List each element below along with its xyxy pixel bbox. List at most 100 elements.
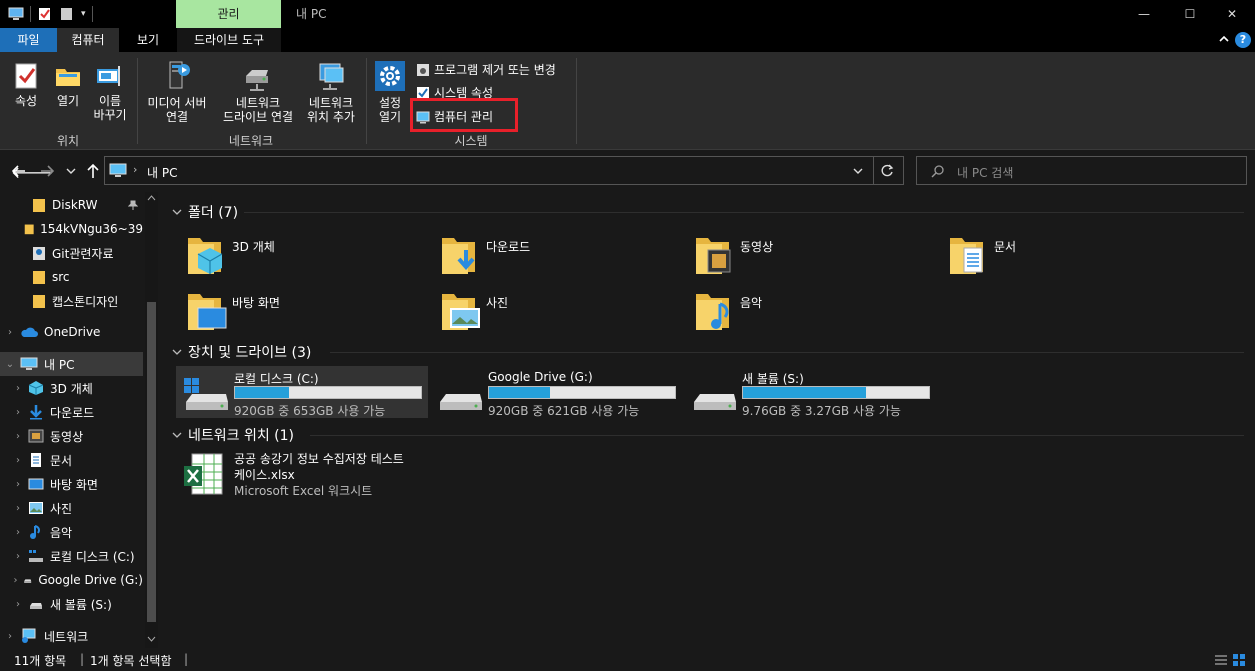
open-button[interactable]: 열기 — [50, 62, 86, 108]
drives-section-header[interactable]: 장치 및 드라이브 (3) — [172, 342, 311, 362]
sidebar-item-documents[interactable]: › 문서 — [0, 448, 143, 472]
chevron-right-icon[interactable]: › — [4, 327, 16, 338]
chevron-down-icon — [172, 349, 182, 355]
folder-item-documents[interactable]: 문서 — [948, 232, 1188, 282]
details-view-icon[interactable] — [1214, 654, 1228, 666]
folder-item-desktop[interactable]: 바탕 화면 — [186, 288, 426, 338]
tab-file[interactable]: 파일 — [0, 28, 57, 52]
sidebar-item-music[interactable]: › 음악 — [0, 520, 143, 544]
pin-icon[interactable] — [128, 200, 138, 210]
scroll-down-icon[interactable] — [147, 636, 156, 643]
media-server-button[interactable]: 미디어 서버 연결 — [142, 60, 212, 124]
add-network-location-button[interactable]: 네트워크 위치 추가 — [303, 60, 359, 124]
folders-section-header[interactable]: 폴더 (7) — [172, 202, 238, 222]
drive-capacity: 9.76GB 중 3.27GB 사용 가능 — [742, 404, 901, 418]
sidebar-item-local-disk[interactable]: › 로컬 디스크 (C:) — [0, 544, 143, 568]
chevron-right-icon[interactable]: › — [12, 407, 24, 418]
open-settings-button[interactable]: 설정 열기 — [371, 60, 409, 124]
folder-item-3d-objects[interactable]: 3D 개체 — [186, 232, 426, 282]
divider — [244, 212, 1244, 213]
sidebar-item-154kv[interactable]: 154kVNgu36~39 — [0, 217, 143, 241]
drive-item-local-disk[interactable]: 로컬 디스크 (C:) 920GB 중 653GB 사용 가능 — [176, 366, 428, 418]
section-title: 장치 및 드라이브 (3) — [188, 345, 312, 361]
chevron-right-icon[interactable]: › — [12, 503, 24, 514]
map-network-drive-button[interactable]: 네트워크 드라이브 연결 — [212, 60, 304, 124]
chevron-right-icon[interactable]: › — [12, 527, 24, 538]
close-button[interactable]: ✕ — [1209, 0, 1255, 28]
network-file-item[interactable]: 공공 송강기 정보 수집저장 테스트 케이스.xlsx Microsoft Ex… — [182, 450, 442, 500]
picture-icon — [29, 502, 43, 514]
drive-capacity: 920GB 중 621GB 사용 가능 — [488, 404, 640, 418]
help-icon[interactable]: ? — [1235, 32, 1251, 48]
sidebar-item-capstone[interactable]: 캡스톤디자인 — [0, 289, 143, 313]
divider — [30, 6, 31, 22]
network-section-header[interactable]: 네트워크 위치 (1) — [172, 425, 294, 445]
sidebar-item-label: OneDrive — [44, 325, 101, 339]
sidebar-scrollbar[interactable] — [145, 192, 158, 648]
folder-item-videos[interactable]: 동영상 — [694, 232, 934, 282]
tab-manage[interactable]: 관리 — [176, 0, 281, 28]
folder-open-icon — [56, 69, 80, 86]
rename-button[interactable]: 이름 바꾸기 — [92, 62, 128, 122]
sidebar-item-network[interactable]: › 네트워크 — [0, 624, 143, 648]
sidebar-item-google-drive[interactable]: › Google Drive (G:) — [0, 568, 144, 592]
folder-item-music[interactable]: 음악 — [694, 288, 934, 338]
chevron-right-icon[interactable]: › — [12, 575, 19, 586]
chevron-up-icon[interactable] — [1219, 34, 1229, 44]
search-box[interactable]: 내 PC 검색 — [916, 156, 1247, 185]
back-icon[interactable] — [12, 164, 26, 178]
chevron-down-icon[interactable] — [853, 168, 863, 175]
sidebar-item-git[interactable]: Git관련자료 — [0, 241, 143, 265]
folder-label: 동영상 — [740, 240, 774, 254]
chevron-right-icon[interactable]: › — [12, 551, 24, 562]
chevron-down-icon[interactable]: ⌄ — [4, 359, 16, 370]
maximize-button[interactable]: ☐ — [1167, 0, 1213, 28]
drive-item-google-drive[interactable]: Google Drive (G:) 920GB 중 621GB 사용 가능 — [430, 366, 682, 418]
folder-pictures-icon — [442, 294, 480, 330]
sidebar-item-downloads[interactable]: › 다운로드 — [0, 400, 143, 424]
search-input[interactable]: 내 PC 검색 — [957, 164, 1013, 181]
chevron-right-icon[interactable]: › — [12, 599, 24, 610]
properties-icon[interactable] — [37, 7, 53, 21]
sidebar-item-src[interactable]: src — [0, 265, 143, 289]
folder-icon — [33, 199, 45, 212]
folder-icon — [24, 224, 34, 235]
chevron-right-icon[interactable]: › — [12, 455, 24, 466]
tab-computer[interactable]: 컴퓨터 — [57, 28, 119, 52]
refresh-icon[interactable] — [881, 164, 894, 177]
uninstall-program-button[interactable]: 프로그램 제거 또는 변경 — [416, 61, 556, 78]
drive-item-new-volume[interactable]: 새 볼륨 (S:) 9.76GB 중 3.27GB 사용 가능 — [684, 366, 936, 418]
sidebar-item-pictures[interactable]: › 사진 — [0, 496, 143, 520]
sidebar-item-this-pc[interactable]: ⌄ 내 PC — [0, 352, 143, 376]
scrollbar-thumb[interactable] — [147, 302, 156, 622]
chevron-right-icon[interactable]: › — [12, 479, 24, 490]
selected-count: 1개 항목 선택함 — [90, 654, 172, 668]
customize-dropdown-icon[interactable]: ▾ — [81, 9, 86, 19]
properties-button[interactable]: 속성 — [8, 62, 44, 108]
large-icons-view-icon[interactable] — [1232, 653, 1246, 667]
sidebar-item-desktop[interactable]: › 바탕 화면 — [0, 472, 143, 496]
recent-locations-icon[interactable] — [66, 167, 76, 175]
sidebar-item-diskrw[interactable]: DiskRW — [0, 193, 143, 217]
minimize-button[interactable]: — — [1121, 0, 1167, 28]
folder-item-downloads[interactable]: 다운로드 — [440, 232, 680, 282]
tab-view[interactable]: 보기 — [119, 28, 177, 52]
address-bar[interactable]: › 내 PC — [104, 156, 904, 185]
chevron-right-icon[interactable]: › — [12, 431, 24, 442]
sidebar-item-new-volume[interactable]: › 새 볼륨 (S:) — [0, 592, 143, 616]
search-icon — [931, 165, 944, 178]
chevron-right-icon[interactable]: › — [4, 631, 16, 642]
forward-icon[interactable] — [40, 164, 54, 178]
scroll-up-icon[interactable] — [147, 194, 156, 201]
sidebar-item-3d-objects[interactable]: › 3D 개체 — [0, 376, 143, 400]
music-note-icon — [30, 525, 40, 539]
sidebar-item-onedrive[interactable]: › OneDrive — [0, 320, 143, 344]
section-title: 네트워크 위치 (1) — [188, 428, 295, 444]
chevron-right-icon[interactable]: › — [12, 383, 24, 394]
sidebar-item-videos[interactable]: › 동영상 — [0, 424, 143, 448]
up-arrow-icon[interactable] — [86, 163, 100, 179]
new-folder-icon[interactable] — [59, 7, 75, 21]
breadcrumb-separator-icon[interactable]: › — [133, 163, 137, 176]
folder-item-pictures[interactable]: 사진 — [440, 288, 680, 338]
divider — [873, 157, 874, 184]
